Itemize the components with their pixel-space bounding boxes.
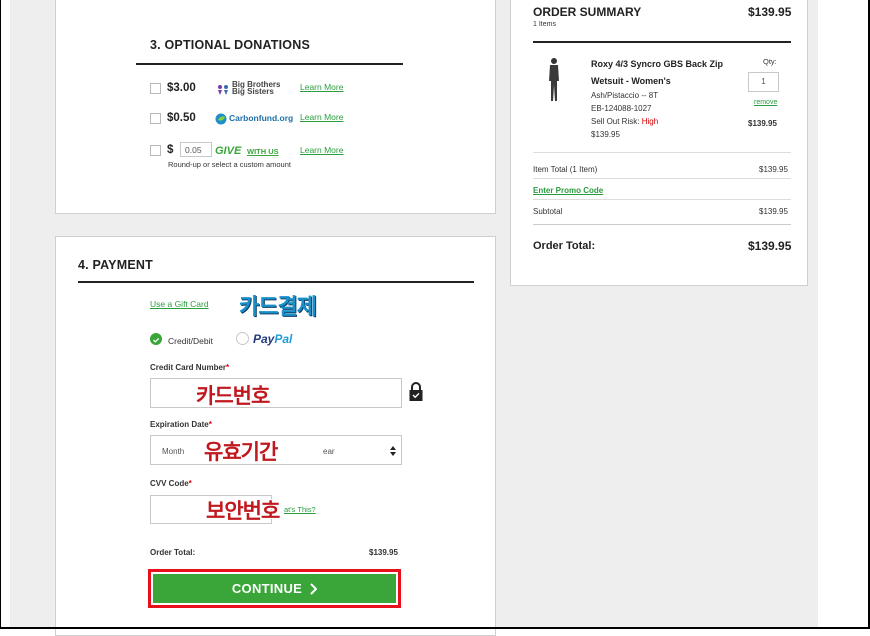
remove-link[interactable]: remove <box>754 99 777 106</box>
wetsuit-icon <box>549 58 559 101</box>
summary-title: ORDER SUMMARY <box>533 5 642 19</box>
custom-donation-input[interactable]: 0.05 <box>180 142 212 157</box>
summary-item-count: 1 Items <box>533 21 556 28</box>
donations-divider <box>136 63 403 65</box>
donation-checkbox-give[interactable] <box>150 145 161 156</box>
donation-amount: $3.00 <box>167 82 196 94</box>
learn-more-link[interactable]: Learn More <box>300 82 343 92</box>
credit-radio-label: Credit/Debit <box>168 336 213 346</box>
paypal-logo: PayPal <box>253 332 292 346</box>
bbbs-logo <box>216 83 230 101</box>
donation-amount: $0.50 <box>167 112 196 124</box>
annotation-expiration: 유효기간 <box>204 440 278 464</box>
bbbs-logo-line2: Big Sisters <box>232 87 274 96</box>
payment-order-total-value: $139.95 <box>369 548 398 557</box>
order-total-value: $139.95 <box>748 239 792 253</box>
whats-this-link[interactable]: at's This? <box>284 505 316 514</box>
promo-code-link[interactable]: Enter Promo Code <box>533 186 603 195</box>
product-variant: Ash/Pistaccio -- 8T <box>591 91 659 100</box>
summary-separator <box>533 152 791 153</box>
month-placeholder: Month <box>162 447 185 456</box>
item-total-label: Item Total (1 Item) <box>533 165 598 174</box>
subtotal-label: Subtotal <box>533 207 563 216</box>
summary-separator <box>533 199 791 200</box>
gift-card-link[interactable]: Use a Gift Card <box>150 299 209 309</box>
summary-divider <box>533 41 791 43</box>
give-logo-suffix: WITH US <box>247 147 279 156</box>
summary-title-total: $139.95 <box>748 5 792 19</box>
product-sku: EB-124088-1027 <box>591 104 652 113</box>
donation-checkbox-bbbs[interactable] <box>150 83 161 94</box>
bbbs-figure-icon <box>218 85 228 95</box>
payment-divider <box>78 281 474 283</box>
donations-title: 3. OPTIONAL DONATIONS <box>150 38 310 52</box>
paypal-logo-pay: Pay <box>253 332 275 346</box>
carbonfund-logo-text: Carbonfund.org <box>229 113 294 123</box>
order-summary-panel: ORDER SUMMARY $139.95 1 Items Roxy 4/3 S… <box>510 0 808 286</box>
payment-title: 4. PAYMENT <box>78 258 153 272</box>
annotation-cvv: 보안번호 <box>206 499 280 523</box>
give-logo: GIVE <box>215 145 242 157</box>
learn-more-link[interactable]: Learn More <box>300 145 343 155</box>
select-arrows-icon <box>390 446 396 456</box>
roundup-note: Round-up or select a custom amount <box>168 160 291 169</box>
payment-order-total-label: Order Total: <box>150 548 196 557</box>
item-total-value: $139.95 <box>759 165 788 174</box>
paypal-radio[interactable] <box>236 332 249 345</box>
donations-panel: 3. OPTIONAL DONATIONS $3.00 Big Brothers… <box>55 0 496 214</box>
paypal-logo-pal: Pal <box>274 332 293 346</box>
carbonfund-logo <box>215 112 228 130</box>
product-thumbnail <box>547 57 561 108</box>
check-icon <box>153 337 160 343</box>
expiration-label: Expiration Date* <box>150 420 212 429</box>
summary-separator <box>533 178 791 179</box>
qty-input[interactable]: 1 <box>748 72 779 92</box>
qty-label: Qty: <box>763 57 777 66</box>
product-name-line1[interactable]: Roxy 4/3 Syncro GBS Back Zip <box>591 59 723 69</box>
summary-separator <box>533 224 791 225</box>
cvv-label: CVV Code* <box>150 479 192 488</box>
order-total-label: Order Total: <box>533 240 596 252</box>
continue-highlight: CONTINUE <box>148 569 401 608</box>
sell-out-risk: Sell Out Risk: High <box>591 117 659 126</box>
subtotal-value: $139.95 <box>759 207 788 216</box>
year-placeholder: ear <box>323 447 335 456</box>
annotation-card-number: 카드번호 <box>196 384 270 408</box>
annotation-card-payment: 카드결제 <box>239 295 317 320</box>
line-total: $139.95 <box>748 119 777 128</box>
custom-amount-prefix: $ <box>167 144 174 156</box>
donation-checkbox-carbonfund[interactable] <box>150 113 161 124</box>
credit-radio[interactable] <box>150 333 162 345</box>
product-name-line2[interactable]: Wetsuit - Women's <box>591 76 671 86</box>
continue-label: CONTINUE <box>231 581 303 596</box>
learn-more-link[interactable]: Learn More <box>300 112 343 122</box>
chevron-right-icon <box>310 582 318 595</box>
credit-card-label: Credit Card Number* <box>150 363 230 372</box>
credit-card-input[interactable] <box>150 378 402 408</box>
leaf-icon <box>215 113 227 125</box>
lock-icon <box>408 381 424 408</box>
continue-button[interactable]: CONTINUE <box>153 574 396 603</box>
product-price: $139.95 <box>591 130 620 139</box>
frame-border <box>0 0 1 629</box>
